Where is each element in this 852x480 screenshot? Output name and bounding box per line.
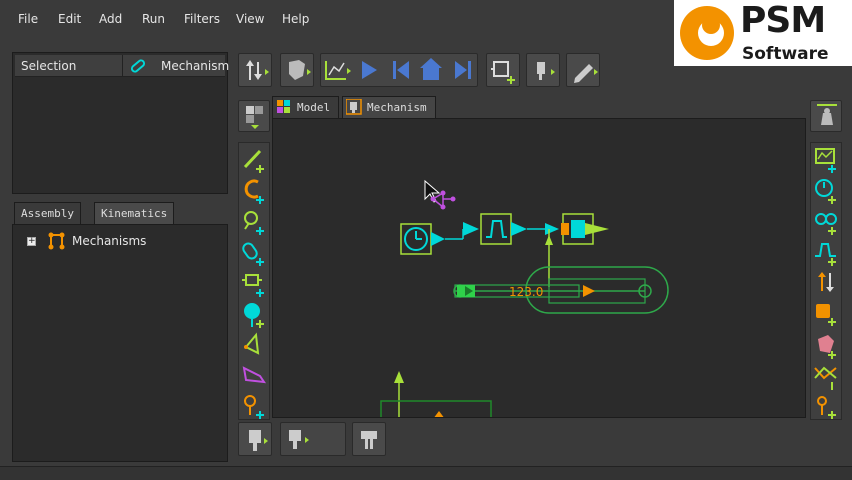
tab-model-label: Model (297, 101, 331, 114)
menu-file[interactable]: File (18, 12, 38, 26)
menu-view[interactable]: View (236, 12, 264, 26)
slider-value-text: 123.0 (509, 285, 543, 299)
link-icon (130, 59, 146, 73)
menu-edit[interactable]: Edit (58, 12, 81, 26)
mechanism-canvas[interactable]: 123.0 (272, 118, 806, 418)
arrow-in-signal-icon (463, 222, 479, 236)
canvas-drawing: 123.0 (380, 179, 669, 417)
add-pivot-icon[interactable] (240, 207, 268, 235)
selection-panel: Selection Mechanism (12, 52, 229, 194)
add-triangle-icon[interactable] (240, 331, 268, 359)
shield-icon (289, 60, 311, 80)
rewind-start-icon[interactable] (390, 58, 412, 82)
signal-block (480, 213, 527, 245)
gripper-bottom-button[interactable] (352, 422, 386, 456)
mechanism-tab-icon (346, 99, 362, 115)
tab-mechanism-label: Mechanism (367, 101, 427, 114)
psm-logo: PSM Software (674, 0, 852, 66)
add-chart-icon[interactable] (812, 145, 840, 173)
gripper-icon (361, 431, 377, 449)
motor-bottom-button[interactable] (238, 422, 272, 456)
right-top-button[interactable] (810, 100, 842, 132)
status-bar (0, 466, 852, 480)
actuator-block (561, 213, 609, 245)
kinematics-tree-panel: + Mechanisms (12, 224, 228, 462)
mechanism-tree-icon (48, 232, 65, 250)
home-icon[interactable] (418, 56, 444, 82)
clock-block (400, 223, 445, 255)
arrows-updown-icon (246, 60, 269, 80)
left-vertical-toolbar (238, 142, 270, 420)
motor-drop-icon (249, 430, 268, 451)
selection-header: Selection Mechanism (15, 55, 229, 77)
logo-brand-text: PSM (740, 0, 826, 41)
expand-icon[interactable]: + (27, 237, 36, 246)
selection-column-header[interactable]: Selection (21, 55, 76, 77)
play-icon[interactable] (358, 58, 380, 82)
shield-tool-button[interactable] (280, 53, 314, 87)
logo-sub-text: Software (742, 44, 829, 64)
add-arrows-icon[interactable] (812, 269, 840, 297)
tab-model[interactable]: Model (272, 96, 340, 118)
add-spring-icon[interactable] (240, 393, 268, 421)
frame-tool-button[interactable] (486, 53, 520, 87)
tab-mechanism[interactable]: Mechanism (342, 96, 436, 118)
logo-mark-icon (680, 6, 734, 60)
menu-filters[interactable]: Filters (184, 12, 220, 26)
tab-assembly[interactable]: Assembly (14, 202, 81, 224)
add-block-icon[interactable] (240, 269, 268, 297)
mechanism-tool-button[interactable] (238, 53, 272, 87)
add-probe-icon[interactable] (812, 393, 840, 421)
chart-icon (325, 61, 351, 80)
add-crossing-icon[interactable] (812, 362, 840, 390)
part-add-icon (246, 106, 263, 129)
weight-icon (817, 104, 837, 125)
add-part-button[interactable] (238, 100, 270, 132)
add-3d-icon[interactable] (812, 331, 840, 359)
chart-run-button[interactable] (320, 53, 354, 87)
motor-icon (537, 62, 555, 80)
add-orange-block-icon[interactable] (812, 300, 840, 328)
add-slider-icon[interactable] (240, 238, 268, 266)
add-sensor-icon[interactable] (240, 300, 268, 328)
menu-help[interactable]: Help (282, 12, 309, 26)
frame-icon (491, 61, 515, 84)
edit-tool-button[interactable] (566, 53, 600, 87)
add-gear-icon[interactable] (812, 207, 840, 235)
motor-tool-button[interactable] (526, 53, 560, 87)
add-joint-icon[interactable] (240, 176, 268, 204)
add-cam-icon[interactable] (240, 362, 268, 390)
tab-kinematics[interactable]: Kinematics (94, 202, 175, 224)
add-link-icon[interactable] (240, 145, 268, 173)
right-vertical-toolbar (810, 142, 842, 420)
slider-assembly (453, 266, 669, 314)
sensor-bottom-group[interactable] (280, 422, 346, 456)
pencil-icon (574, 64, 598, 83)
add-clock-icon[interactable] (812, 176, 840, 204)
add-signal-icon[interactable] (812, 238, 840, 266)
model-icon (277, 100, 290, 113)
sensor-drop-icon (289, 430, 309, 449)
mechanism-column-header[interactable]: Mechanism (161, 55, 229, 77)
forward-end-icon[interactable] (452, 58, 474, 82)
tree-item-label: Mechanisms (72, 234, 147, 248)
menu-run[interactable]: Run (142, 12, 165, 26)
menu-add[interactable]: Add (99, 12, 122, 26)
